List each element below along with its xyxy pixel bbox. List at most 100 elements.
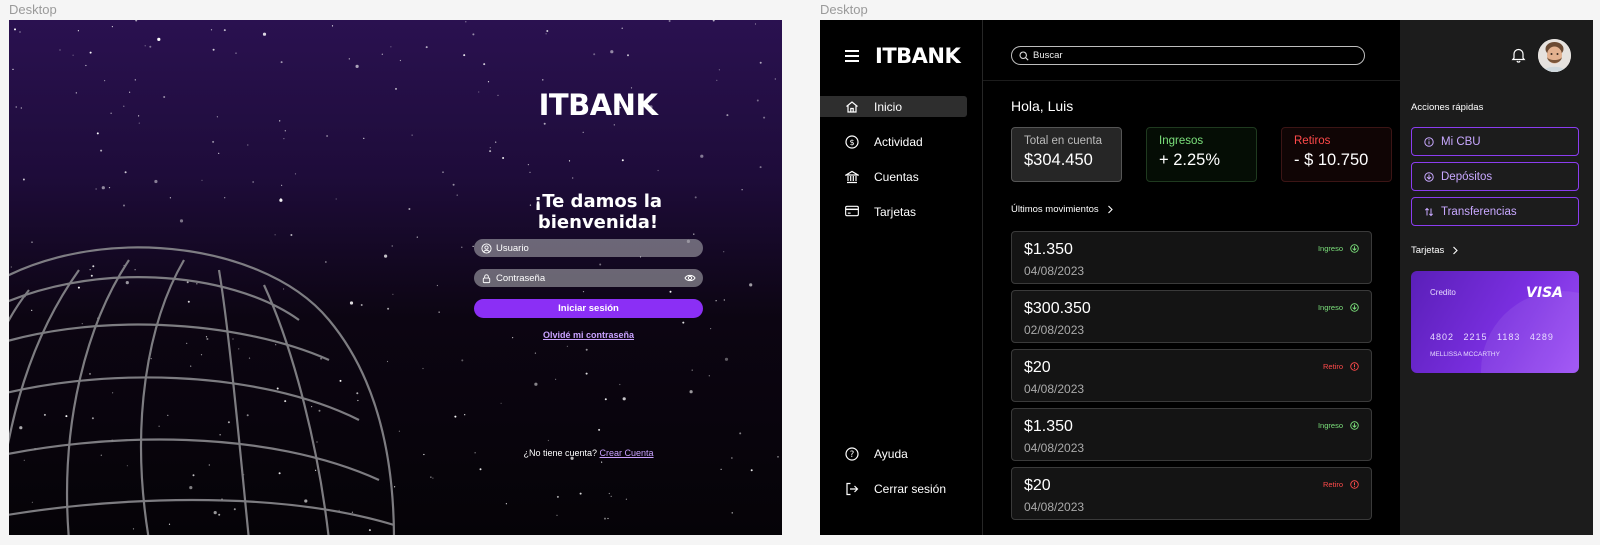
- sidebar-item-label: Tarjetas: [874, 204, 917, 219]
- chevron-right-icon: [1107, 205, 1114, 214]
- stat-value: + 2.25%: [1159, 151, 1221, 169]
- section-title: Últimos movimientos: [1011, 204, 1099, 215]
- income-arrow-icon: [1350, 421, 1359, 430]
- search-input[interactable]: Buscar: [1011, 46, 1365, 65]
- forgot-password-link[interactable]: Olvidé mi contraseña: [474, 330, 703, 340]
- logout-icon: [845, 482, 859, 496]
- search-icon: [1019, 50, 1029, 61]
- password-input[interactable]: Contraseña: [474, 269, 703, 287]
- itbank-logo: ITBANK: [875, 44, 961, 68]
- recent-movements-link[interactable]: Últimos movimientos: [1011, 204, 1114, 215]
- transfer-icon: [1424, 207, 1434, 217]
- card-type: Credito: [1430, 288, 1456, 297]
- deposit-icon: [1424, 171, 1434, 182]
- movement-type-label: Retiro: [1322, 480, 1343, 489]
- movement-type-label: Ingreso: [1317, 244, 1343, 253]
- movement-type-label: Ingreso: [1317, 303, 1343, 312]
- quick-actions-title: Acciones rápidas: [1411, 102, 1484, 113]
- search-placeholder: Buscar: [1033, 50, 1063, 61]
- mi-cbu-button[interactable]: Mi CBU: [1411, 127, 1579, 156]
- sidebar-item-tarjetas[interactable]: Tarjetas: [820, 201, 967, 222]
- quick-action-label: Depósitos: [1441, 170, 1493, 183]
- chevron-right-icon: [1452, 246, 1459, 255]
- stat-value: - $ 10.750: [1294, 151, 1369, 169]
- dollar-circle-icon: $: [845, 134, 859, 149]
- visa-logo: VISA: [1526, 285, 1563, 301]
- movement-row[interactable]: $20 04/08/2023 Retiro: [1011, 349, 1372, 402]
- menu-icon[interactable]: [845, 50, 859, 62]
- credit-card-icon: [845, 205, 859, 219]
- frame-label-login: Desktop: [9, 2, 57, 17]
- depositos-button[interactable]: Depósitos: [1411, 162, 1579, 191]
- home-icon: [845, 100, 859, 114]
- sidebar-item-label: Ayuda: [874, 446, 908, 461]
- password-placeholder: Contraseña: [496, 272, 546, 284]
- movement-type-label: Ingreso: [1317, 421, 1343, 430]
- movement-type-badge: Ingreso: [1318, 244, 1359, 253]
- user-icon: [481, 242, 492, 254]
- movement-type-badge: Retiro: [1323, 362, 1359, 371]
- svg-text:?: ?: [850, 450, 855, 460]
- stat-label: Total en cuenta: [1024, 135, 1103, 147]
- movement-date: 04/08/2023: [1024, 500, 1085, 514]
- signup-prompt-text: ¿No tiene cuenta?: [523, 448, 597, 458]
- sidebar: ITBANK Inicio $ Actividad Cuentas Tarjet…: [820, 20, 983, 535]
- welcome-heading: ¡Te damos la bienvenida!: [533, 191, 663, 233]
- sidebar-item-cuentas[interactable]: Cuentas: [820, 166, 967, 187]
- movement-row[interactable]: $20 04/08/2023 Retiro: [1011, 467, 1372, 520]
- svg-text:$: $: [849, 138, 854, 147]
- credit-card[interactable]: Credito VISA 4802 2215 1183 4289 MELLISS…: [1411, 271, 1579, 373]
- movement-date: 02/08/2023: [1024, 323, 1085, 337]
- sidebar-item-actividad[interactable]: $ Actividad: [820, 131, 967, 152]
- movement-type-badge: Ingreso: [1318, 421, 1359, 430]
- info-icon: [1424, 136, 1434, 147]
- sidebar-item-label: Cuentas: [874, 169, 919, 184]
- sidebar-item-inicio[interactable]: Inicio: [820, 96, 967, 117]
- bank-icon: [845, 170, 859, 184]
- total-balance-card: Total en cuenta $304.450: [1011, 127, 1122, 182]
- movement-type-badge: Retiro: [1323, 480, 1359, 489]
- movement-amount: $1.350: [1024, 418, 1073, 435]
- greeting: Hola, Luis: [1011, 98, 1074, 114]
- movement-date: 04/08/2023: [1024, 264, 1085, 278]
- username-placeholder: Usuario: [496, 242, 529, 254]
- login-button[interactable]: Iniciar sesión: [474, 299, 703, 318]
- dashboard-screen: ITBANK Inicio $ Actividad Cuentas Tarjet…: [820, 20, 1593, 535]
- signup-prompt: ¿No tiene cuenta? Crear Cuenta: [474, 448, 703, 458]
- itbank-logo: ITBANK: [538, 88, 658, 122]
- withdrawal-alert-icon: [1350, 480, 1359, 489]
- card-number: 4802 2215 1183 4289: [1430, 332, 1554, 342]
- sidebar-item-label: Actividad: [874, 134, 923, 149]
- movement-amount: $300.350: [1024, 300, 1091, 317]
- movement-type-badge: Ingreso: [1318, 303, 1359, 312]
- sidebar-item-cerrar-sesion[interactable]: Cerrar sesión: [820, 478, 967, 499]
- movement-date: 04/08/2023: [1024, 382, 1085, 396]
- username-input[interactable]: Usuario: [474, 239, 703, 257]
- stat-label: Ingresos: [1159, 135, 1204, 147]
- income-card: Ingresos + 2.25%: [1146, 127, 1257, 182]
- sidebar-item-label: Inicio: [874, 99, 903, 114]
- avatar[interactable]: [1538, 39, 1571, 72]
- sidebar-item-ayuda[interactable]: ? Ayuda: [820, 443, 967, 464]
- right-panel: Acciones rápidas Mi CBU Depósitos Transf…: [1400, 20, 1593, 535]
- withdrawal-alert-icon: [1350, 362, 1359, 371]
- movement-row[interactable]: $1.350 04/08/2023 Ingreso: [1011, 231, 1372, 284]
- cards-link[interactable]: Tarjetas: [1411, 245, 1459, 256]
- create-account-link[interactable]: Crear Cuenta: [600, 448, 654, 458]
- movement-type-label: Retiro: [1322, 362, 1343, 371]
- card-holder: MELLISSA MCCARTHY: [1430, 351, 1500, 358]
- quick-action-label: Transferencias: [1441, 205, 1517, 218]
- bell-icon[interactable]: [1511, 47, 1526, 63]
- eye-icon[interactable]: [684, 273, 696, 283]
- help-icon: ?: [845, 446, 859, 461]
- transferencias-button[interactable]: Transferencias: [1411, 197, 1579, 226]
- movement-date: 04/08/2023: [1024, 441, 1085, 455]
- quick-action-label: Mi CBU: [1441, 135, 1481, 148]
- section-title: Tarjetas: [1411, 245, 1445, 256]
- movement-row[interactable]: $300.350 02/08/2023 Ingreso: [1011, 290, 1372, 343]
- movement-row[interactable]: $1.350 04/08/2023 Ingreso: [1011, 408, 1372, 461]
- income-arrow-icon: [1350, 303, 1359, 312]
- stat-label: Retiros: [1294, 135, 1331, 147]
- withdrawals-card: Retiros - $ 10.750: [1281, 127, 1392, 182]
- frame-label-dashboard: Desktop: [820, 2, 868, 17]
